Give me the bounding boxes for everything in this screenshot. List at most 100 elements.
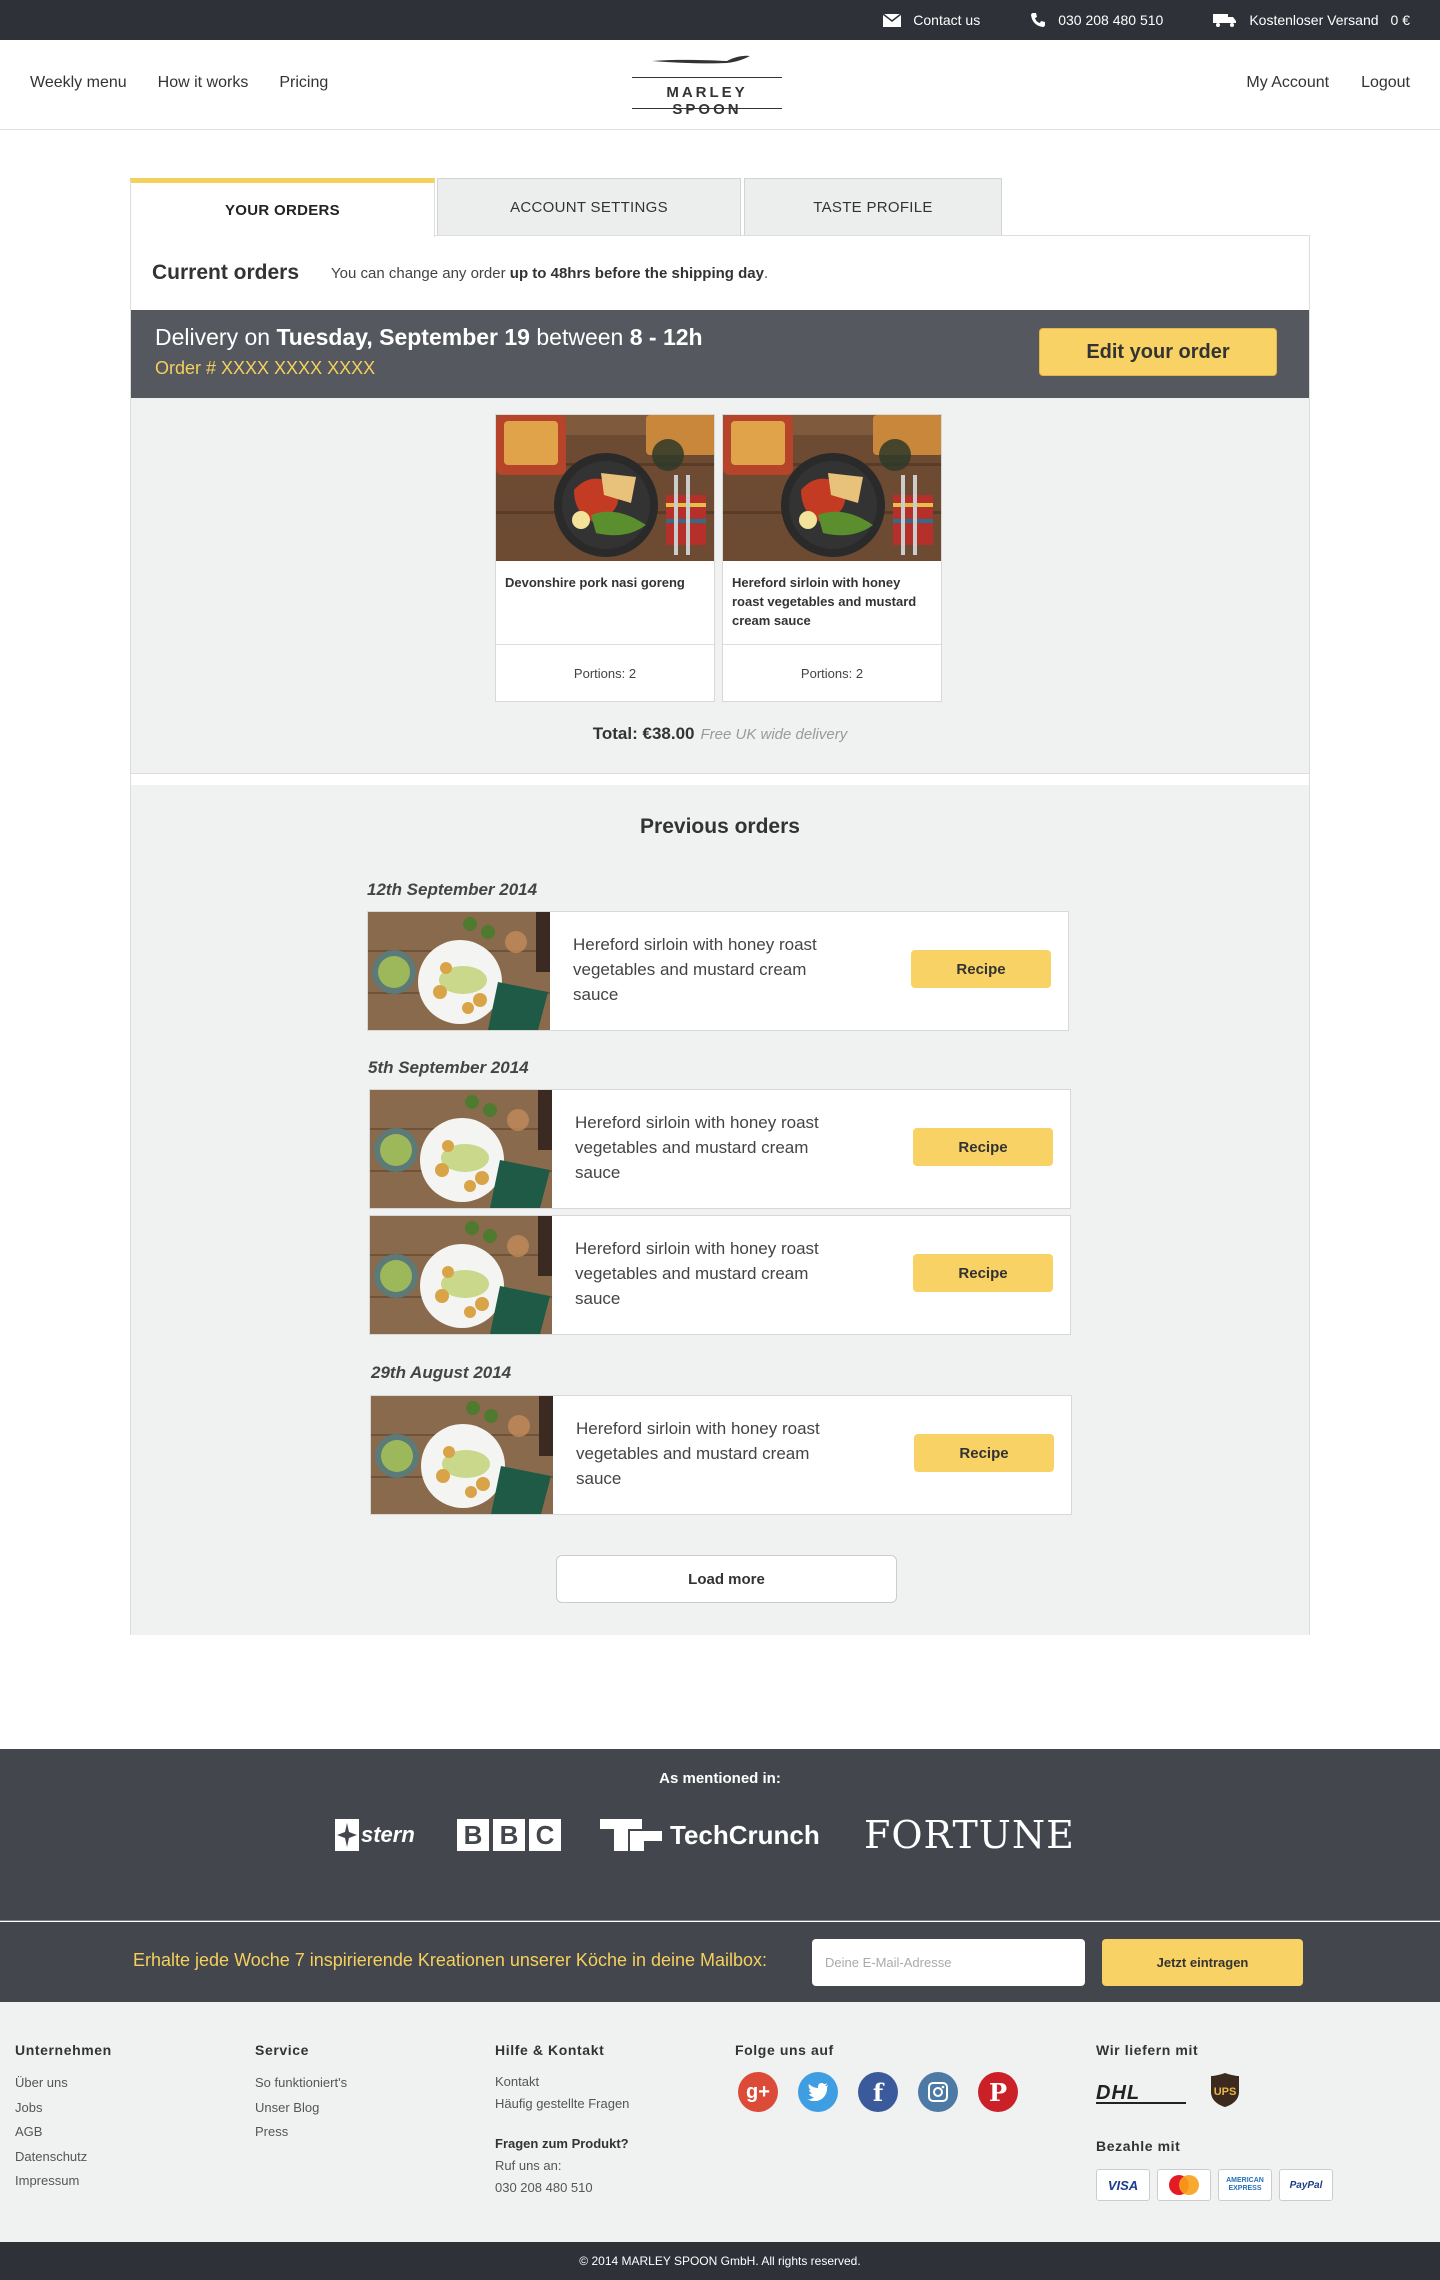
footer-link-jobs[interactable]: Jobs	[15, 2096, 112, 2121]
google-plus-icon[interactable]: g+	[738, 2072, 778, 2112]
footer	[0, 2002, 1440, 2242]
footer-col-social: Folge uns auf	[735, 2042, 834, 2071]
phone-icon	[1031, 13, 1046, 27]
load-more-button[interactable]: Load more	[556, 1555, 897, 1603]
item-portions: Portions: 2	[573, 665, 637, 681]
stern-logo: stern	[335, 1813, 415, 1857]
footer-link-privacy[interactable]: Datenschutz	[15, 2145, 112, 2170]
footer-col-payment: Bezahle mit	[1096, 2138, 1180, 2167]
footer-phone[interactable]: 030 208 480 510	[495, 2177, 629, 2199]
footer-heading: Service	[255, 2042, 310, 2058]
amex-icon: AMERICAN EXPRESS	[1218, 2169, 1272, 2201]
orders-panel: Current orders You can change any order …	[130, 235, 1310, 1635]
recipe-button[interactable]: Recipe	[914, 1434, 1054, 1472]
contact-label: Contact us	[913, 12, 981, 28]
account-tabs: YOUR ORDERS ACCOUNT SETTINGS TASTE PROFI…	[130, 178, 1310, 237]
item-name: Devonshire pork nasi goreng	[496, 561, 714, 645]
order-date: 5th September 2014	[368, 1058, 529, 1077]
svg-text:UPS: UPS	[1214, 2086, 1237, 2098]
footer-col-company: Unternehmen Über uns Jobs AGB Datenschut…	[15, 2042, 112, 2194]
contact-link[interactable]: Contact us	[883, 12, 980, 28]
recipe-thumbnail	[370, 1216, 552, 1334]
previous-order-row: Hereford sirloin with honey roast vegeta…	[370, 1395, 1072, 1515]
recipe-thumbnail	[368, 912, 550, 1030]
pinterest-icon[interactable]: P	[978, 2072, 1018, 2112]
truck-icon	[1213, 14, 1237, 27]
delivery-info: Delivery on Tuesday, September 19 betwee…	[155, 324, 703, 350]
recipe-button[interactable]: Recipe	[913, 1254, 1053, 1292]
press-mentions: As mentioned in: stern BBC TechCrunch FO…	[0, 1749, 1440, 1921]
twitter-icon[interactable]	[798, 2072, 838, 2112]
tab-your-orders[interactable]: YOUR ORDERS	[130, 178, 435, 237]
footer-link-how-it-works[interactable]: So funktioniert's	[255, 2071, 347, 2096]
phone-number: 030 208 480 510	[1058, 12, 1164, 28]
footer-heading: Folge uns auf	[735, 2042, 834, 2058]
footer-heading: Hilfe & Kontakt	[495, 2042, 605, 2058]
bbc-box-c: C	[529, 1819, 561, 1851]
mastercard-icon	[1157, 2169, 1211, 2201]
item-name: Hereford sirloin with honey roast vegeta…	[723, 561, 941, 645]
top-bar: Contact us 030 208 480 510 Kostenloser V…	[0, 0, 1440, 40]
order-date: 12th September 2014	[367, 880, 538, 899]
order-item-card[interactable]: Devonshire pork nasi goreng Portions: 2	[495, 414, 715, 702]
instagram-icon[interactable]	[918, 2072, 958, 2112]
delivery-note: Free UK wide delivery	[700, 726, 848, 743]
fortune-logo: FORTUNE	[864, 1813, 1075, 1857]
recipe-thumbnail	[371, 1396, 553, 1514]
footer-link-blog[interactable]: Unser Blog	[255, 2096, 347, 2121]
newsletter-text: Erhalte jede Woche 7 inspirierende Kreat…	[133, 1950, 768, 1970]
marley-spoon-logo[interactable]: MARLEY SPOON	[632, 52, 782, 118]
nav-weekly-menu[interactable]: Weekly menu	[30, 74, 127, 92]
footer-heading: Bezahle mit	[1096, 2138, 1181, 2154]
current-order-items: Devonshire pork nasi goreng Portions: 2	[131, 398, 1309, 774]
footer-col-service: Service So funktioniert's Unser Blog Pre…	[255, 2042, 347, 2145]
footer-col-help: Hilfe & Kontakt Kontakt Häufig gestellte…	[495, 2042, 629, 2199]
previous-order-row: Hereford sirloin with honey roast vegeta…	[369, 1089, 1071, 1209]
recipe-name: Hereford sirloin with honey roast vegeta…	[575, 1113, 819, 1182]
footer-heading: Wir liefern mit	[1096, 2042, 1199, 2058]
current-orders-header: Current orders You can change any order …	[131, 236, 1309, 310]
footer-col-delivery: Wir liefern mit	[1096, 2042, 1198, 2071]
main-nav: Weekly menu How it works Pricing MARLEY …	[0, 40, 1440, 130]
phone-link[interactable]: 030 208 480 510	[1030, 12, 1163, 28]
nav-logout[interactable]: Logout	[1361, 74, 1410, 92]
change-order-note: You can change any order up to 48hrs bef…	[331, 264, 769, 282]
recipe-name: Hereford sirloin with honey roast vegeta…	[575, 1239, 819, 1308]
footer-link-faq[interactable]: Häufig gestellte Fragen	[495, 2093, 629, 2115]
press-heading: As mentioned in:	[659, 1770, 781, 1787]
footer-link-imprint[interactable]: Impressum	[15, 2169, 112, 2194]
previous-orders: Previous orders 12th September 2014 Here…	[131, 785, 1309, 1635]
footer-link-contact[interactable]: Kontakt	[495, 2071, 629, 2093]
recipe-button[interactable]: Recipe	[913, 1128, 1053, 1166]
visa-icon: VISA	[1096, 2169, 1150, 2201]
logo-text: MARLEY SPOON	[666, 84, 748, 118]
item-portions: Portions: 2	[800, 665, 864, 681]
recipe-name: Hereford sirloin with honey roast vegeta…	[573, 935, 817, 1004]
cart-link[interactable]: Kostenloser Versand 0 €	[1213, 12, 1410, 28]
nav-my-account[interactable]: My Account	[1246, 74, 1329, 92]
delivery-banner: Delivery on Tuesday, September 19 betwee…	[131, 310, 1309, 398]
nav-how-it-works[interactable]: How it works	[158, 74, 249, 92]
footer-link-press[interactable]: Press	[255, 2120, 347, 2145]
tab-account-settings[interactable]: ACCOUNT SETTINGS	[437, 178, 741, 236]
shipping-label: Kostenloser Versand	[1249, 12, 1379, 28]
footer-link-terms[interactable]: AGB	[15, 2120, 112, 2145]
email-input[interactable]	[812, 1939, 1085, 1986]
techcrunch-logo: TechCrunch	[600, 1813, 820, 1857]
recipe-button[interactable]: Recipe	[911, 950, 1051, 988]
copyright: © 2014 MARLEY SPOON GmbH. All rights res…	[0, 2242, 1440, 2280]
edit-order-button[interactable]: Edit your order	[1039, 328, 1277, 376]
previous-order-row: Hereford sirloin with honey roast vegeta…	[367, 911, 1069, 1031]
spoon-icon	[652, 55, 750, 64]
previous-orders-title: Previous orders	[640, 815, 800, 838]
subscribe-button[interactable]: Jetzt eintragen	[1102, 1939, 1303, 1986]
recipe-photo	[723, 415, 941, 561]
bbc-box-b: B	[457, 1819, 489, 1851]
tab-taste-profile[interactable]: TASTE PROFILE	[744, 178, 1002, 236]
nav-pricing[interactable]: Pricing	[279, 74, 328, 92]
facebook-icon[interactable]: f	[858, 2072, 898, 2112]
bbc-box-b2: B	[493, 1819, 525, 1851]
footer-link-about[interactable]: Über uns	[15, 2071, 112, 2096]
order-item-card[interactable]: Hereford sirloin with honey roast vegeta…	[722, 414, 942, 702]
order-number: Order # XXXX XXXX XXXX	[155, 358, 376, 378]
